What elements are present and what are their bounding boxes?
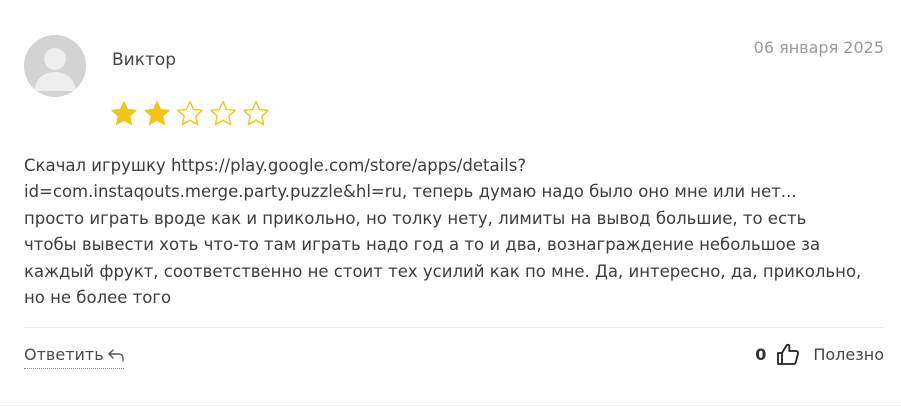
star-empty-icon (210, 100, 236, 126)
reply-arrow-icon (107, 348, 124, 362)
useful-block: 0 Полезно (755, 341, 884, 367)
user-placeholder-icon (34, 48, 76, 91)
reply-button[interactable]: Ответить (24, 345, 124, 369)
card-bottom-border (0, 405, 901, 406)
avatar (24, 35, 86, 97)
divider (24, 327, 884, 328)
review-text-line: просто играть вроде как и прикольно, но … (24, 208, 807, 228)
star-rating (109, 99, 271, 129)
star-filled-icon (144, 101, 170, 126)
author-name: Виктор (112, 50, 177, 70)
star-empty-icon (243, 100, 269, 126)
reply-label: Ответить (24, 345, 104, 364)
thumbs-up-icon[interactable] (775, 341, 801, 367)
useful-count: 0 (755, 344, 767, 364)
review-date: 06 января 2025 (753, 38, 884, 57)
review-card: Виктор 06 января 2025 Скачал игрушку htt… (0, 0, 901, 415)
review-text-line: id=com.instaqouts.merge.party.puzzle&hl=… (24, 182, 797, 202)
review-text-line: чтобы вывести хоть что-то там играть над… (24, 235, 821, 255)
review-text-line: Скачал игрушку https://play.google.com/s… (24, 156, 527, 175)
review-text-line: каждый фрукт, соответственно не стоит те… (24, 261, 862, 281)
star-filled-icon (111, 101, 137, 126)
review-text: Скачал игрушку https://play.google.com/s… (24, 153, 884, 311)
useful-label: Полезно (813, 344, 884, 364)
review-text-line: но не более того (24, 288, 172, 308)
star-empty-icon (177, 100, 203, 126)
